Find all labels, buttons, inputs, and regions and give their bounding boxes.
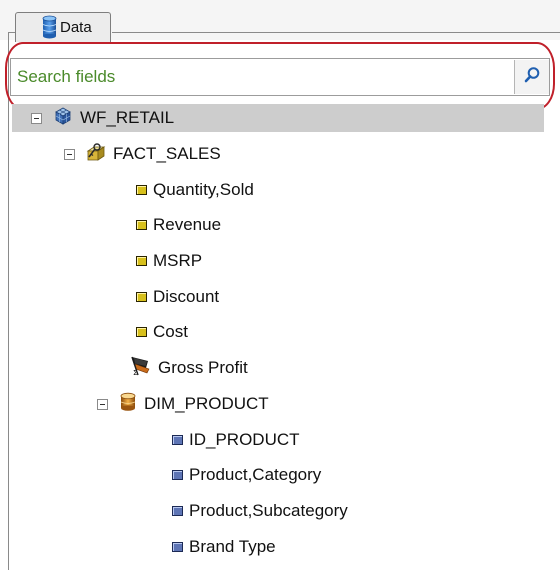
panel-border [8, 32, 15, 33]
field-label: Quantity,Sold [153, 180, 254, 199]
cube-stack-icon [52, 106, 74, 131]
search-icon [523, 66, 541, 89]
cylinder-icon [118, 392, 138, 417]
tree-leaf-computed[interactable]: Σ Gross Profit [130, 355, 248, 381]
field-label: Product,Category [189, 465, 322, 484]
calculator-icon: Σ [130, 355, 152, 382]
measure-icon [136, 292, 147, 302]
search-input[interactable] [13, 61, 509, 93]
tree-node-wf-retail[interactable]: WF_RETAIL [31, 105, 174, 131]
search-button[interactable] [514, 60, 549, 94]
measure-icon [136, 185, 147, 195]
dimension-field-icon [172, 542, 183, 552]
field-label: Brand Type [189, 537, 276, 556]
field-label: Revenue [153, 215, 222, 234]
data-panel: Data Search fields WF_RETAIL FACT_SALES … [0, 0, 560, 570]
dimension-field-icon [172, 435, 183, 445]
field-label: MSRP [153, 251, 203, 270]
tree-node-label: WF_RETAIL [80, 108, 175, 127]
measure-icon [136, 220, 147, 230]
collapse-toggle[interactable] [97, 398, 108, 410]
dimension-field-icon [172, 470, 183, 480]
tree-leaf-measure[interactable]: Revenue [136, 212, 221, 238]
svg-text:Σ: Σ [133, 369, 137, 377]
dimension-field-icon [172, 506, 183, 516]
tree-node-label: FACT_SALES [113, 144, 221, 163]
tree-leaf-measure[interactable]: Quantity,Sold [136, 177, 254, 203]
field-label: Gross Profit [158, 358, 248, 377]
data-tab-label: Data [60, 19, 92, 36]
field-label: ID_PRODUCT [189, 430, 300, 449]
search-field [10, 58, 550, 96]
database-icon [42, 15, 57, 44]
tree-node-dim-product[interactable]: DIM_PRODUCT [97, 391, 269, 417]
measure-icon [136, 256, 147, 266]
tree-leaf-measure[interactable]: Cost [136, 319, 188, 345]
collapse-toggle[interactable] [64, 148, 75, 160]
collapse-toggle[interactable] [31, 112, 42, 124]
tree-leaf-dimension-field[interactable]: Brand Type [172, 534, 276, 560]
tree-leaf-measure[interactable]: MSRP [136, 248, 202, 274]
field-label: Discount [153, 287, 220, 306]
tree-node-fact-sales[interactable]: FACT_SALES [64, 141, 221, 167]
measure-icon [136, 327, 147, 337]
field-label: Cost [153, 322, 188, 341]
tree-leaf-dimension-field[interactable]: Product,Subcategory [172, 498, 348, 524]
tree-leaf-dimension-field[interactable]: Product,Category [172, 462, 321, 488]
tree-leaf-dimension-field[interactable]: ID_PRODUCT [172, 427, 300, 453]
key-folder-icon [85, 142, 107, 167]
panel-border [112, 32, 560, 33]
field-label: Product,Subcategory [189, 501, 348, 520]
tree-leaf-measure[interactable]: Discount [136, 284, 219, 310]
data-tab[interactable]: Data [15, 12, 111, 42]
panel-border [8, 32, 9, 570]
tree-node-label: DIM_PRODUCT [144, 394, 269, 413]
